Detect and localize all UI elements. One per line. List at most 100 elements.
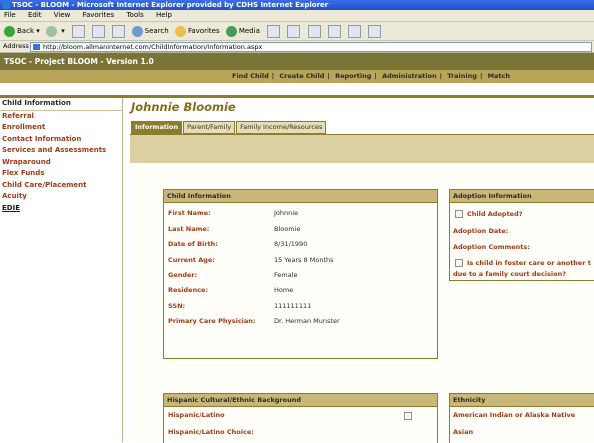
search-label: Search <box>144 27 169 35</box>
nav-match[interactable]: Match <box>488 72 510 80</box>
stop-icon[interactable] <box>71 24 85 38</box>
tab-content-band <box>130 134 594 164</box>
sidebar-item-edie[interactable]: EDIE <box>0 203 122 215</box>
child-adopted-row: Child Adopted? <box>455 210 523 218</box>
menu-edit[interactable]: Edit <box>28 11 42 19</box>
browser-toolbar: Back ▾ ▾ Search Favorites Media <box>0 22 594 41</box>
nav-training[interactable]: Training <box>447 72 477 80</box>
date-of-birth-value: 8/31/1990 <box>274 240 308 248</box>
ssn-label: SSN: <box>168 302 186 310</box>
child-name-heading: Johnnie Bloomie <box>131 100 236 114</box>
tab-family-income-resources[interactable]: Family Income/Resources <box>236 121 327 134</box>
home-icon[interactable] <box>112 24 126 38</box>
menu-tools[interactable]: Tools <box>126 11 143 19</box>
last-name-label: Last Name: <box>168 225 210 233</box>
foster-care-row: Is child in foster care or another t <box>455 259 591 267</box>
hispanic-latino-checkbox[interactable] <box>404 412 412 420</box>
menu-file[interactable]: File <box>4 11 16 19</box>
app-title: TSOC - Project BLOOM - Version 1.0 <box>4 57 154 66</box>
foster-care-label: Is child in foster care or another t <box>467 259 591 267</box>
back-arrow-icon <box>4 25 15 37</box>
tab-parent-family[interactable]: Parent/Family <box>183 121 236 134</box>
favorites-button[interactable]: Favorites <box>174 22 220 40</box>
browser-menu-bar: File Edit View Favorites Tools Help <box>0 10 594 22</box>
favorites-star-icon <box>174 25 186 37</box>
ssn-value: 111111111 <box>274 302 312 310</box>
hispanic-background-header: Hispanic Cultural/Ethnic Background <box>164 394 437 407</box>
adoption-date-label: Adoption Date: <box>453 227 509 235</box>
tab-information[interactable]: Information <box>131 121 183 134</box>
sidebar-item-referral[interactable]: Referral <box>0 111 122 123</box>
address-input[interactable]: http://bloom.allmaninternet.com/ChildInf… <box>30 42 592 52</box>
gender-label: Gender: <box>168 271 198 279</box>
child-adopted-checkbox[interactable] <box>455 210 463 218</box>
window-title: TSOC - BLOOM - Microsoft Internet Explor… <box>12 1 329 9</box>
nav-administration[interactable]: Administration <box>382 72 437 80</box>
window-title-bar: TSOC - BLOOM - Microsoft Internet Explor… <box>0 0 594 10</box>
ethnicity-american-indian-label: American Indian or Alaska Native <box>453 411 576 419</box>
mail-icon[interactable] <box>287 24 301 38</box>
ethnicity-asian-label: Asian <box>453 428 474 436</box>
menu-help[interactable]: Help <box>156 11 172 19</box>
adoption-information-panel: Adoption Information <box>449 189 594 281</box>
sidebar-item-child-information[interactable]: Child Information <box>0 98 122 111</box>
sidebar-item-flex-funds[interactable]: Flex Funds <box>0 168 122 180</box>
adoption-comments-label: Adoption Comments: <box>453 243 530 251</box>
sidebar-item-acuity[interactable]: Acuity <box>0 191 122 203</box>
ie-logo-icon <box>2 1 10 9</box>
messenger-icon[interactable] <box>368 24 382 38</box>
discuss-icon[interactable] <box>348 24 362 38</box>
refresh-icon[interactable] <box>92 24 106 38</box>
favorites-label: Favorites <box>187 27 220 35</box>
nav-create-child[interactable]: Create Child <box>279 72 324 80</box>
residence-label: Residence: <box>168 286 209 294</box>
print-icon[interactable] <box>307 24 321 38</box>
forward-arrow-icon <box>45 25 57 37</box>
search-icon <box>131 25 143 37</box>
date-of-birth-label: Date of Birth: <box>168 240 218 248</box>
top-navigation: Find Child | Create Child | Reporting | Adm… <box>232 72 510 80</box>
address-label: Address <box>3 42 29 50</box>
sidebar-item-enrollment[interactable]: Enrollment <box>0 122 122 134</box>
foster-care-label-line2: due to a family court decision? <box>453 270 567 278</box>
first-name-value: Johnnie <box>274 209 299 217</box>
child-adopted-label: Child Adopted? <box>467 210 523 218</box>
media-button[interactable]: Media <box>225 22 260 40</box>
primary-care-physician-value: Dr. Herman Munster <box>274 317 340 325</box>
hispanic-latino-label: Hispanic/Latino <box>168 411 225 419</box>
sidebar-item-services-assessments[interactable]: Services and Assessments <box>0 145 122 157</box>
menu-view[interactable]: View <box>54 11 71 19</box>
back-button[interactable]: Back ▾ <box>4 22 40 40</box>
current-age-label: Current Age: <box>168 256 215 264</box>
history-icon[interactable] <box>267 24 281 38</box>
sidebar-item-wraparound[interactable]: Wraparound <box>0 157 122 169</box>
sidebar-item-contact-information[interactable]: Contact Information <box>0 134 122 146</box>
sidebar-item-child-care-placement[interactable]: Child Care/Placement <box>0 180 122 192</box>
nav-separator: | <box>327 72 330 80</box>
primary-care-physician-label: Primary Care Physician: <box>168 317 256 325</box>
tab-bar: Information Parent/Family Family Income/Re… <box>131 121 327 134</box>
first-name-label: First Name: <box>168 209 211 217</box>
adoption-information-header: Adoption Information <box>450 190 594 203</box>
child-information-header: Child Information <box>164 190 437 203</box>
hispanic-latino-choice-label: Hispanic/Latino Choice: <box>168 428 254 436</box>
back-label: Back <box>17 27 34 35</box>
media-label: Media <box>238 27 260 35</box>
nav-find-child[interactable]: Find Child <box>232 72 269 80</box>
nav-separator: | <box>374 72 377 80</box>
forward-button[interactable]: ▾ <box>45 22 65 40</box>
nav-reporting[interactable]: Reporting <box>335 72 371 80</box>
media-icon <box>225 25 237 37</box>
nav-separator: | <box>479 72 483 80</box>
address-value: http://bloom.allmaninternet.com/ChildInf… <box>43 43 263 51</box>
gender-value: Female <box>274 271 298 279</box>
menu-favorites[interactable]: Favorites <box>83 11 115 19</box>
sidebar: Child Information Referral Enrollment Co… <box>0 98 123 442</box>
nav-separator: | <box>271 72 275 80</box>
page-icon <box>33 44 40 50</box>
residence-value: Home <box>274 286 294 294</box>
nav-separator: | <box>439 72 442 80</box>
edit-icon[interactable] <box>327 24 341 38</box>
search-button[interactable]: Search <box>131 22 169 40</box>
foster-care-checkbox[interactable] <box>455 259 463 267</box>
